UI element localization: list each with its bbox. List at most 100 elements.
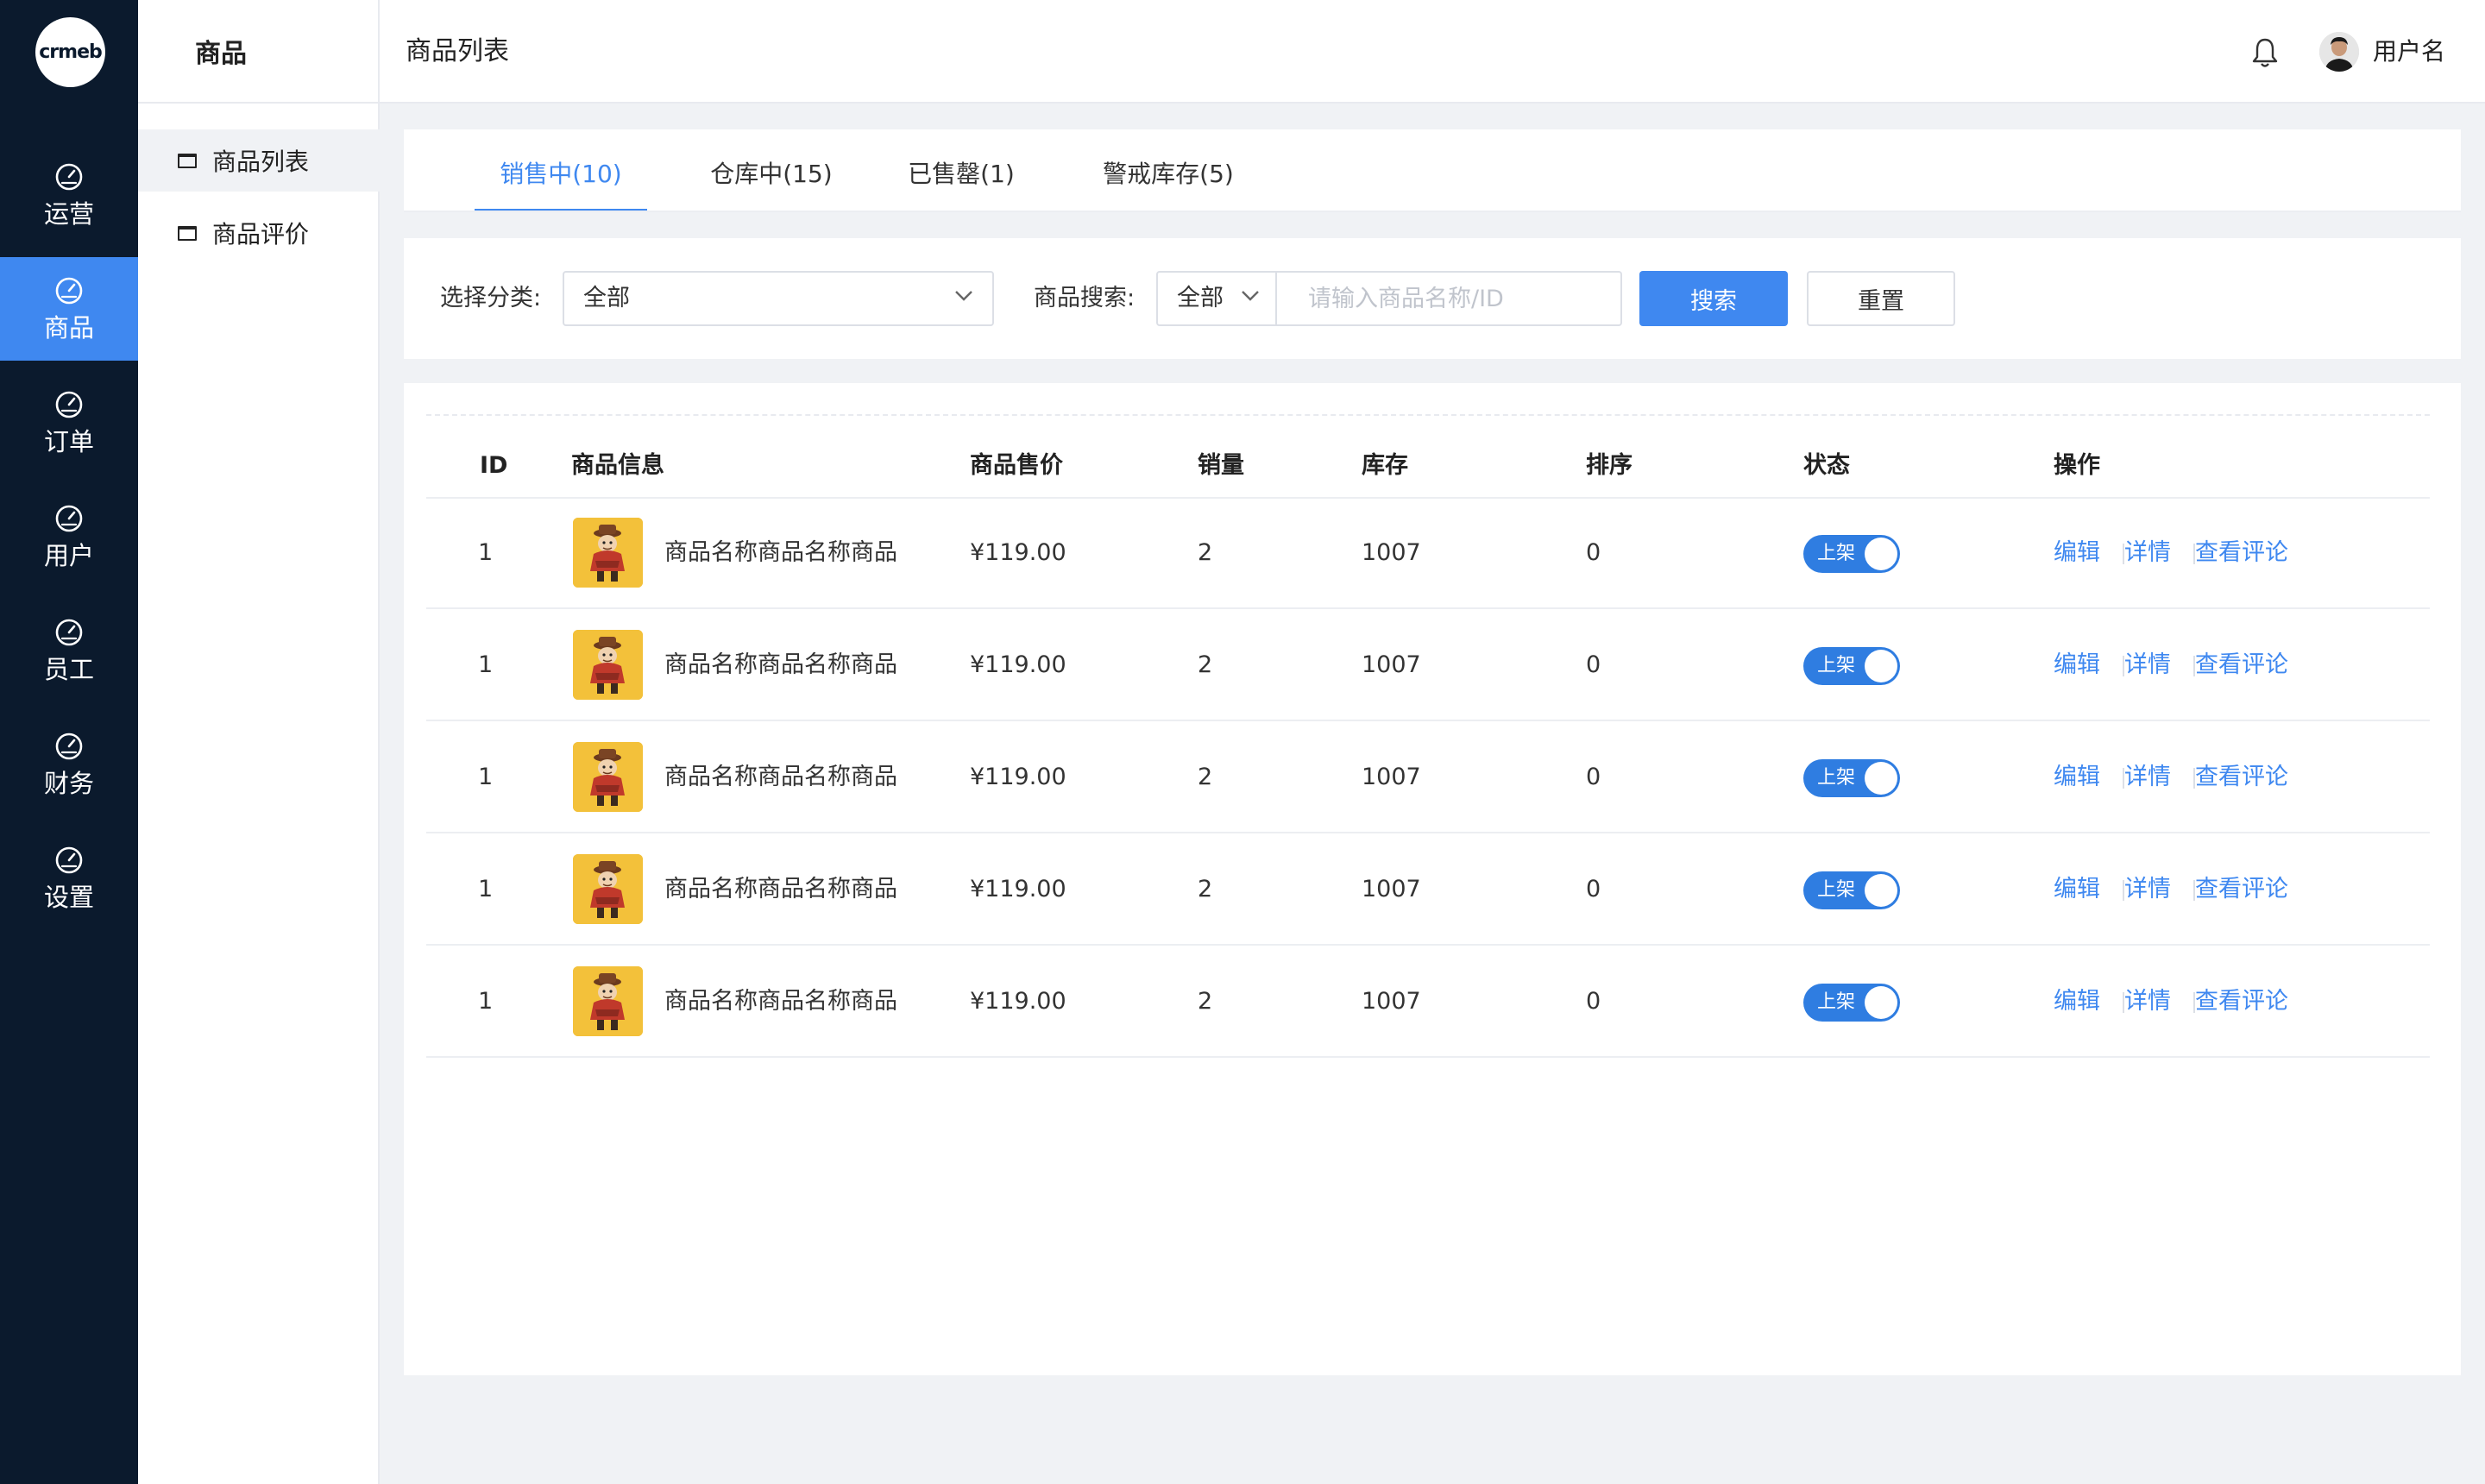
view-reviews-link[interactable]: 查看评论 (2195, 499, 2288, 607)
rail-item[interactable]: 订单 (0, 371, 138, 475)
rail-item-label: 员工 (43, 655, 94, 684)
submenu-item[interactable]: 商品评价 (138, 202, 380, 264)
product-thumbnail[interactable] (573, 518, 643, 588)
rail-item[interactable]: 员工 (0, 599, 138, 702)
rail-item[interactable]: 运营 (0, 143, 138, 247)
rail-item[interactable]: 财务 (0, 713, 138, 816)
product-table: ID 商品信息 商品售价 销量 库存 排序 状态 操作 1 商品名称商品名称商品 ¥… (404, 383, 2461, 1375)
top-header: 商品列表 用户名 (380, 0, 2485, 104)
table-row: 1 商品名称商品名称商品 ¥119.00 2 1007 0 上架 编辑 详情 查看评论 (426, 723, 2430, 833)
status-toggle-label: 上架 (1817, 543, 1856, 564)
toggle-knob (1865, 762, 1897, 795)
rail-item-label: 订单 (43, 427, 94, 456)
cell-product-name: 商品名称商品名称商品 (664, 876, 897, 902)
rail-item-label: 设置 (43, 883, 94, 912)
column-header-id: ID (480, 452, 508, 479)
column-header-price: 商品售价 (970, 452, 1063, 479)
product-thumbnail[interactable] (573, 854, 643, 924)
search-scope-select[interactable]: 全部 (1156, 271, 1277, 326)
product-thumbnail[interactable] (573, 630, 643, 700)
status-toggle-label: 上架 (1817, 767, 1856, 789)
cell-id: 1 (478, 539, 494, 566)
edit-link[interactable]: 编辑 (2054, 611, 2100, 720)
cell-id: 1 (478, 651, 494, 678)
edit-link[interactable]: 编辑 (2054, 835, 2100, 944)
dashboard-gauge-icon (55, 163, 83, 191)
category-select[interactable]: 全部 (563, 271, 994, 326)
window-icon (178, 225, 197, 241)
edit-link[interactable]: 编辑 (2054, 947, 2100, 1056)
secondary-menu: 商品 商品列表商品评价 (138, 0, 380, 1484)
cell-stock: 1007 (1362, 764, 1421, 790)
details-link[interactable]: 详情 (2124, 611, 2171, 720)
category-label: 选择分类: (440, 285, 542, 311)
tab-in-warehouse[interactable]: 仓库中(15) (685, 129, 858, 212)
cell-sort: 0 (1586, 764, 1601, 790)
cell-product-name: 商品名称商品名称商品 (664, 764, 897, 790)
toggle-knob (1865, 650, 1897, 682)
edit-link[interactable]: 编辑 (2054, 723, 2100, 832)
search-button[interactable]: 搜索 (1639, 271, 1788, 326)
rail-item[interactable]: 用户 (0, 485, 138, 588)
submenu-item[interactable]: 商品列表 (138, 129, 380, 192)
column-header-actions: 操作 (2054, 452, 2100, 479)
submenu-title: 商品 (138, 0, 380, 104)
main-nav-rail: crmeb 运营 商品订单用户员工财务设置 (0, 0, 138, 1484)
product-thumbnail[interactable] (573, 966, 643, 1036)
column-header-status: 状态 (1803, 452, 1850, 479)
status-toggle[interactable]: 上架 (1803, 535, 1900, 573)
search-label: 商品搜索: (1034, 285, 1136, 311)
tabs-divider (404, 211, 2461, 212)
cell-sales: 2 (1198, 651, 1213, 678)
rail-item-label: 财务 (43, 769, 94, 798)
tab-on-sale[interactable]: 销售中(10) (475, 129, 647, 212)
cell-sort: 0 (1586, 539, 1601, 566)
tab-sold-out[interactable]: 已售罄(1) (875, 129, 1047, 212)
column-header-sales: 销量 (1198, 452, 1244, 479)
rail-item[interactable]: 设置 (0, 827, 138, 930)
username-label[interactable]: 用户名 (2373, 0, 2445, 104)
search-input[interactable] (1277, 271, 1622, 326)
view-reviews-link[interactable]: 查看评论 (2195, 835, 2288, 944)
product-thumbnail[interactable] (573, 742, 643, 812)
details-link[interactable]: 详情 (2124, 499, 2171, 607)
cell-sort: 0 (1586, 651, 1601, 678)
submenu-item-label: 商品列表 (212, 148, 310, 176)
cell-id: 1 (478, 876, 494, 902)
brand-logo[interactable]: crmeb (35, 17, 105, 87)
filter-bar: 选择分类: 全部 商品搜索: 全部 搜索 重置 (404, 238, 2461, 359)
status-toggle[interactable]: 上架 (1803, 984, 1900, 1022)
rail-item[interactable]: 商品 (0, 257, 138, 361)
tab-stock-alert[interactable]: 警戒库存(5) (1073, 129, 1263, 212)
chevron-down-icon (955, 291, 972, 301)
status-toggle[interactable]: 上架 (1803, 871, 1900, 909)
edit-link[interactable]: 编辑 (2054, 499, 2100, 607)
cell-sort: 0 (1586, 876, 1601, 902)
cell-product-name: 商品名称商品名称商品 (664, 651, 897, 678)
details-link[interactable]: 详情 (2124, 723, 2171, 832)
details-link[interactable]: 详情 (2124, 835, 2171, 944)
view-reviews-link[interactable]: 查看评论 (2195, 611, 2288, 720)
cell-price: ¥119.00 (970, 764, 1066, 790)
status-toggle[interactable]: 上架 (1803, 647, 1900, 685)
status-toggle[interactable]: 上架 (1803, 759, 1900, 797)
view-reviews-link[interactable]: 查看评论 (2195, 723, 2288, 832)
dashboard-gauge-icon (55, 391, 83, 418)
cell-price: ¥119.00 (970, 988, 1066, 1015)
table-row: 1 商品名称商品名称商品 ¥119.00 2 1007 0 上架 编辑 详情 查看评论 (426, 499, 2430, 609)
toggle-knob (1865, 874, 1897, 907)
cell-stock: 1007 (1362, 651, 1421, 678)
cell-stock: 1007 (1362, 876, 1421, 902)
submenu-item-label: 商品评价 (212, 220, 310, 248)
reset-button[interactable]: 重置 (1807, 271, 1955, 326)
dashboard-gauge-icon (55, 846, 83, 874)
details-link[interactable]: 详情 (2124, 947, 2171, 1056)
cell-price: ¥119.00 (970, 651, 1066, 678)
view-reviews-link[interactable]: 查看评论 (2195, 947, 2288, 1056)
bell-notification-icon[interactable] (2250, 36, 2280, 69)
table-row: 1 商品名称商品名称商品 ¥119.00 2 1007 0 上架 编辑 详情 查看评论 (426, 835, 2430, 946)
user-avatar[interactable] (2319, 32, 2359, 72)
cell-sales: 2 (1198, 764, 1213, 790)
toggle-knob (1865, 986, 1897, 1019)
window-icon (178, 153, 197, 168)
